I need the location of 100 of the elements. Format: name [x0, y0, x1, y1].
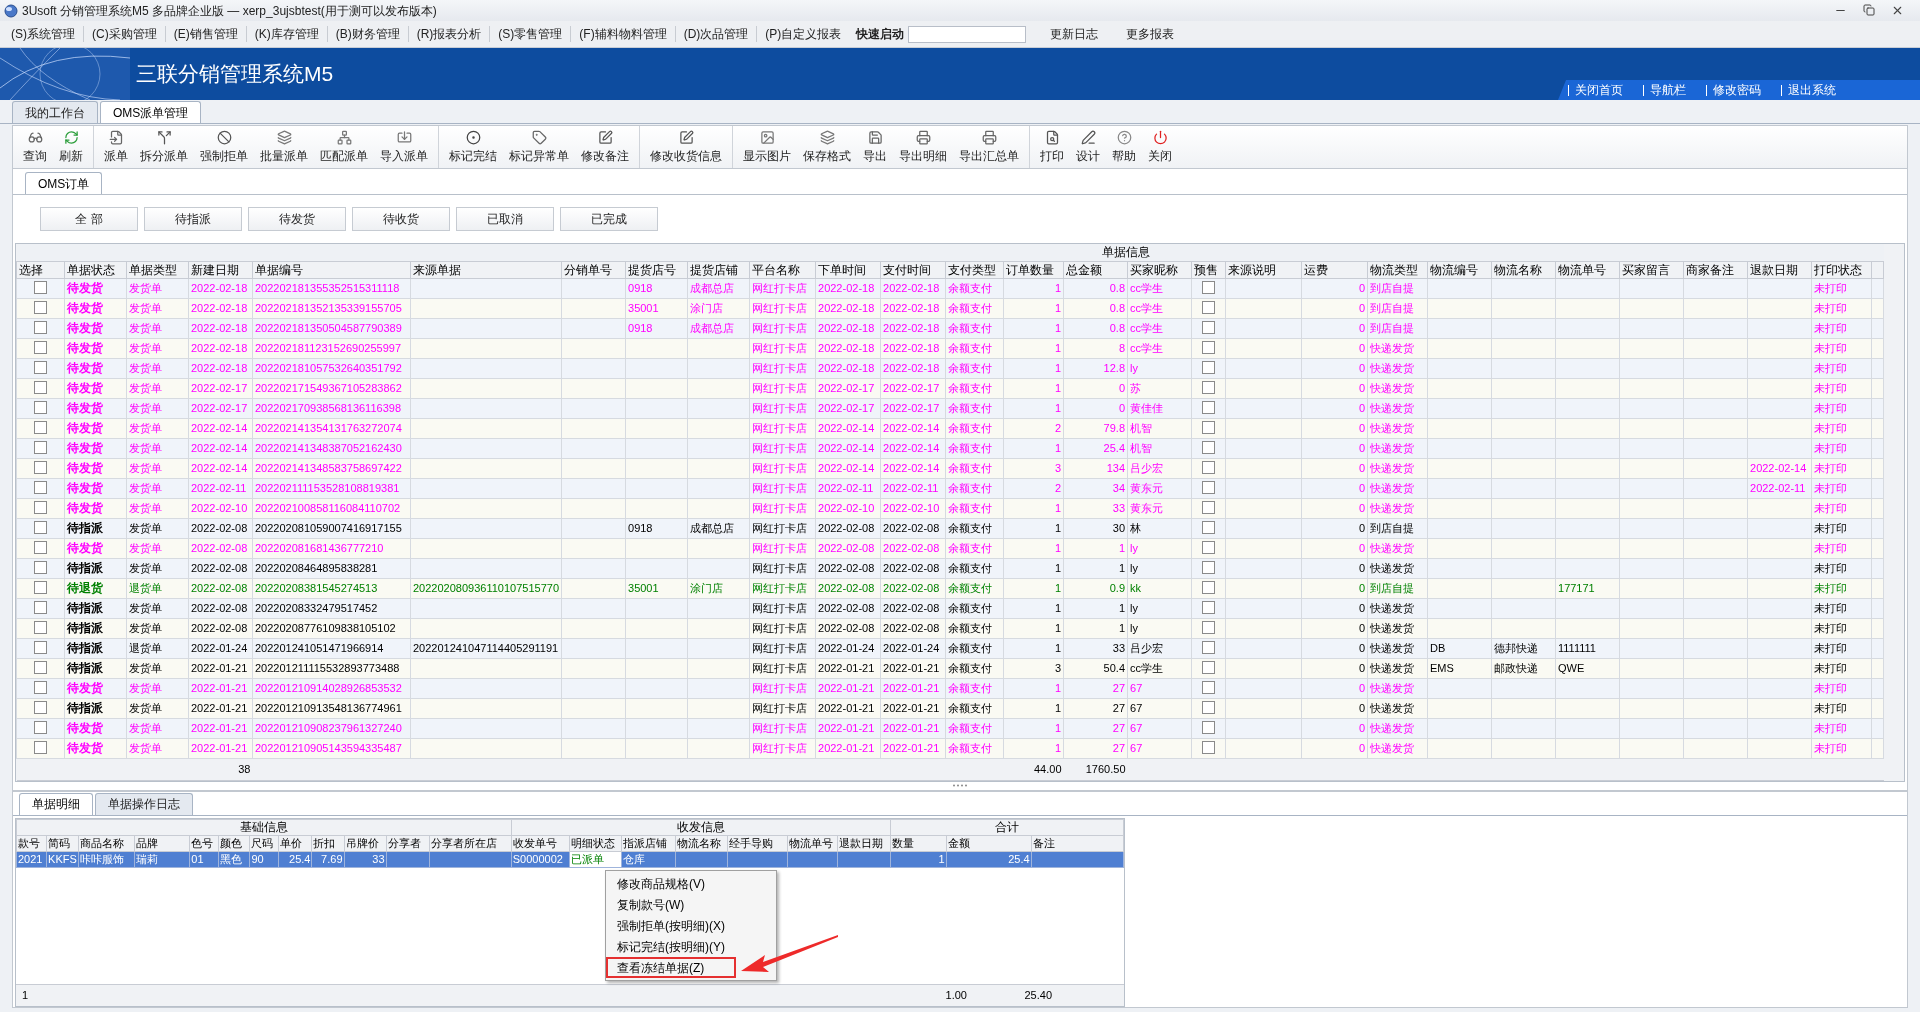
menu-item[interactable]: 标记完结(按明细)(Y): [606, 935, 776, 957]
column-header[interactable]: 经手导购: [727, 835, 788, 851]
banner-link[interactable]: 修改密码: [1713, 81, 1761, 99]
tab[interactable]: 我的工作台: [12, 101, 98, 123]
toolbar-button[interactable]: 批量派单: [254, 129, 314, 165]
column-header[interactable]: 商家备注: [1683, 261, 1748, 278]
checkbox[interactable]: [1202, 540, 1215, 554]
checkbox[interactable]: [1202, 280, 1215, 294]
toolbar-button[interactable]: 导入派单: [374, 129, 434, 165]
checkbox[interactable]: [1202, 740, 1215, 754]
tab[interactable]: 单据明细: [19, 792, 93, 815]
checkbox[interactable]: [1202, 720, 1215, 734]
toolbar-button[interactable]: 打印: [1034, 129, 1070, 165]
checkbox[interactable]: [34, 280, 47, 294]
checkbox[interactable]: [1202, 480, 1215, 494]
checkbox[interactable]: [34, 400, 47, 414]
checkbox[interactable]: [1202, 440, 1215, 454]
column-header[interactable]: 选择: [16, 261, 65, 278]
menu-item[interactable]: (E)销售管理: [166, 25, 245, 43]
checkbox[interactable]: [34, 360, 47, 374]
toolbar-button[interactable]: 导出明细: [893, 129, 953, 165]
column-header[interactable]: 款号: [16, 835, 47, 851]
column-header[interactable]: 单据状态: [64, 261, 127, 278]
banner-link[interactable]: 导航栏: [1650, 81, 1686, 99]
restore-icon[interactable]: [1863, 4, 1875, 16]
table-row[interactable]: 待退货 退货单 2022-02-08 20220208381545274513 202202080936110107515770 35001 涂门店 网红打卡店 2022-02-08 2022-02-08 余额支付 1 0.9 kk 0 到店自提 177171 未打印: [16, 578, 1884, 598]
toolbar-button[interactable]: 修改备注: [575, 129, 635, 165]
column-header[interactable]: 商品名称: [78, 835, 135, 851]
column-header[interactable]: 买家留言: [1619, 261, 1684, 278]
table-row[interactable]: 待指派 发货单 2022-02-08 20220208776109838105102 网红打卡店 2022-02-08 2022-02-08 余额支付 1 1 ly 0 快递发货 未打印: [16, 618, 1884, 638]
column-header[interactable]: 买家昵称: [1127, 261, 1192, 278]
toolbar-button[interactable]: 导出: [857, 129, 893, 165]
close-icon[interactable]: [1891, 4, 1904, 17]
column-header[interactable]: 物流类型: [1367, 261, 1428, 278]
column-header[interactable]: 订单数量: [1003, 261, 1064, 278]
toolbar-button[interactable]: 导出汇总单: [953, 129, 1025, 165]
column-header[interactable]: 收发单号: [511, 835, 570, 851]
table-row[interactable]: 待指派 发货单 2022-01-21 202201210913548136774961 网红打卡店 2022-01-21 2022-01-21 余额支付 1 27 67 0 快递发货 未打印: [16, 698, 1884, 718]
menu-item[interactable]: (B)财务管理: [328, 25, 407, 43]
toolbar-button[interactable]: 保存格式: [797, 129, 857, 165]
checkbox[interactable]: [34, 720, 47, 734]
tab[interactable]: OMS订单: [25, 172, 103, 194]
checkbox[interactable]: [34, 460, 47, 474]
checkbox[interactable]: [1202, 580, 1215, 594]
toolbar-button[interactable]: 查询: [17, 129, 53, 165]
menu-item[interactable]: 查看冻结单据(Z): [606, 956, 736, 978]
menu-item[interactable]: (P)自定义报表: [758, 25, 849, 43]
menu-item[interactable]: (F)辅料物料管理: [572, 25, 674, 43]
column-header[interactable]: 折扣: [311, 835, 344, 851]
toolbar-button[interactable]: 派单: [98, 129, 134, 165]
tab[interactable]: OMS派单管理: [100, 101, 202, 123]
menu-link[interactable]: 更多报表: [1122, 25, 1179, 43]
menu-item[interactable]: 强制拒单(按明细)(X): [606, 914, 776, 936]
column-header[interactable]: 明细状态: [569, 835, 622, 851]
toolbar-button[interactable]: 标记异常单: [503, 129, 575, 165]
column-header[interactable]: 物流单号: [787, 835, 838, 851]
checkbox[interactable]: [34, 660, 47, 674]
splitter-grip-icon[interactable]: [952, 784, 968, 787]
table-row[interactable]: 待指派 发货单 2022-01-21 202201211115532893773488 网红打卡店 2022-01-21 2022-01-21 余额支付 3 50.4 cc学生 0 快递发货 EMS 邮政快递 QWE 未打印: [16, 658, 1884, 678]
column-header[interactable]: 单据编号: [252, 261, 411, 278]
checkbox[interactable]: [1202, 460, 1215, 474]
checkbox[interactable]: [34, 500, 47, 514]
menu-item[interactable]: (C)采购管理: [85, 25, 164, 43]
column-header[interactable]: 退款日期: [837, 835, 891, 851]
checkbox[interactable]: [1202, 340, 1215, 354]
banner-link[interactable]: 退出系统: [1788, 81, 1836, 99]
column-header[interactable]: 数量: [890, 835, 946, 851]
column-header[interactable]: 分享者所在店: [429, 835, 512, 851]
toolbar-button[interactable]: 匹配派单: [314, 129, 374, 165]
toolbar-button[interactable]: 关闭: [1142, 129, 1178, 165]
checkbox[interactable]: [1202, 700, 1215, 714]
checkbox[interactable]: [34, 600, 47, 614]
checkbox[interactable]: [34, 540, 47, 554]
checkbox[interactable]: [1202, 420, 1215, 434]
filter-button[interactable]: 待指派: [144, 207, 242, 231]
menu-item[interactable]: (S)零售管理: [491, 25, 570, 43]
column-header[interactable]: 色号: [189, 835, 219, 851]
column-header[interactable]: 运费: [1301, 261, 1368, 278]
column-header[interactable]: 提货店铺: [687, 261, 750, 278]
filter-button[interactable]: 全 部: [40, 207, 138, 231]
column-header[interactable]: 尺码: [249, 835, 279, 851]
column-header[interactable]: 金额: [946, 835, 1032, 851]
toolbar-button[interactable]: 强制拒单: [194, 129, 254, 165]
table-row[interactable]: 待指派 发货单 2022-02-08 20220208332479517452 网红打卡店 2022-02-08 2022-02-08 余额支付 1 1 ly 0 快递发货 未打印: [16, 598, 1884, 618]
table-row[interactable]: 待指派 退货单 2022-01-24 202201241051471966914 202201241047114405291191 网红打卡店 2022-01-24 2022-01-24 余额支付 1 33 吕少宏 0 快递发货 DB 德邦快递 1111111 未打印: [16, 638, 1884, 658]
column-header[interactable]: 单据类型: [126, 261, 189, 278]
checkbox[interactable]: [34, 300, 47, 314]
toolbar-button[interactable]: 显示图片: [737, 129, 797, 165]
column-header[interactable]: 颜色: [218, 835, 250, 851]
toolbar-button[interactable]: 刷新: [53, 129, 89, 165]
menu-item[interactable]: (S)系统管理: [4, 25, 82, 43]
column-header[interactable]: 下单时间: [815, 261, 881, 278]
checkbox[interactable]: [1202, 400, 1215, 414]
toolbar-button[interactable]: 拆分派单: [134, 129, 194, 165]
column-header[interactable]: 指派店铺: [621, 835, 676, 851]
column-header[interactable]: 物流名称: [675, 835, 728, 851]
toolbar-button[interactable]: 设计: [1070, 129, 1106, 165]
column-header[interactable]: 分享者: [386, 835, 430, 851]
filter-button[interactable]: 待收货: [352, 207, 450, 231]
checkbox[interactable]: [1202, 360, 1215, 374]
